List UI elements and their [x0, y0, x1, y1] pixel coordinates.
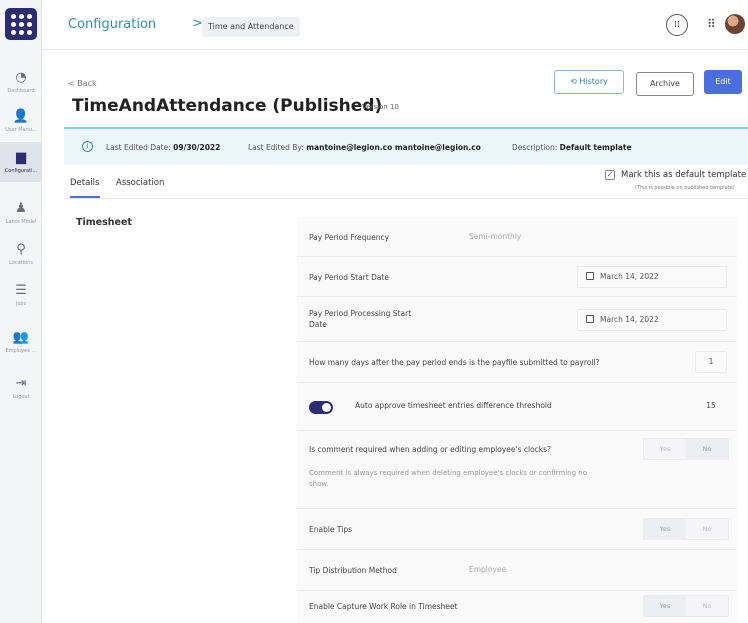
- capture-work-role-no[interactable]: No: [686, 596, 728, 616]
- breadcrumb-root[interactable]: Configuration: [68, 17, 156, 32]
- history-button-label: History: [579, 77, 608, 86]
- grid-menu-icon[interactable]: ⠿: [707, 17, 716, 31]
- pay-period-frequency-value[interactable]: Semi-monthly: [469, 232, 521, 241]
- row-tip-distribution: Tip Distribution Method Employee: [297, 550, 737, 591]
- tab-association[interactable]: Association: [116, 178, 164, 188]
- tabs-divider: [64, 198, 748, 199]
- pay-period-start-date-label: Pay Period Start Date: [309, 273, 390, 282]
- back-link[interactable]: < Back: [68, 79, 97, 88]
- app: ◔ Dashboard 👤 User Manu... ▆ Configurati…: [0, 0, 748, 623]
- enable-tips-label: Enable Tips: [309, 525, 353, 534]
- tip-distribution-label: Tip Distribution Method: [309, 566, 397, 575]
- info-banner: i Last Edited Date: 09/30/2022 Last Edit…: [64, 127, 748, 165]
- auto-approve-label: Auto approve timesheet entries differenc…: [355, 401, 552, 410]
- user-management-icon: 👤: [12, 108, 30, 124]
- row-pay-period-start-date: Pay Period Start Date March 14, 2022: [297, 257, 737, 297]
- pay-period-frequency-label: Pay Period Frequency: [309, 233, 390, 242]
- sidebar-item-label: Employee ...: [5, 347, 37, 354]
- capture-work-role-label: Enable Capture Work Role in Timesheet: [309, 602, 458, 611]
- sidebar-item-label: Jobs: [15, 300, 27, 307]
- payfile-days-label: How many days after the pay period ends …: [309, 358, 600, 367]
- sidebar: ◔ Dashboard 👤 User Manu... ▆ Configurati…: [0, 0, 42, 623]
- comment-required-yes[interactable]: Yes: [644, 439, 686, 459]
- edit-button[interactable]: Edit: [704, 70, 742, 94]
- employees-icon: 👥: [12, 329, 30, 345]
- jobs-icon: ☰: [15, 282, 27, 298]
- labor-model-icon: ♟: [15, 200, 27, 216]
- sidebar-item-configuration[interactable]: ▆ Configurati...: [0, 142, 42, 182]
- last-edited-by: Last Edited By: mantoine@legion.co manto…: [248, 143, 481, 152]
- sidebar-item-label: User Manu...: [5, 126, 37, 133]
- description: Description: Default template: [512, 143, 632, 152]
- payfile-days-input[interactable]: 1: [695, 351, 727, 373]
- pay-period-processing-start-value: March 14, 2022: [600, 315, 659, 324]
- row-pay-period-frequency: Pay Period Frequency Semi-monthly: [297, 217, 737, 257]
- section-title: Timesheet: [76, 217, 132, 228]
- capture-work-role-yes[interactable]: Yes: [644, 596, 686, 616]
- timesheet-settings-panel: Pay Period Frequency Semi-monthly Pay Pe…: [297, 217, 737, 623]
- tab-details[interactable]: Details: [70, 178, 99, 188]
- calendar-icon: [586, 315, 594, 323]
- calendar-icon: [586, 272, 594, 280]
- sidebar-item-user-management[interactable]: 👤 User Manu...: [0, 101, 42, 141]
- logout-icon: ⇥: [15, 375, 27, 391]
- comment-required-toggle[interactable]: Yes No: [643, 438, 729, 460]
- auto-approve-threshold[interactable]: 15: [697, 400, 725, 411]
- sidebar-item-employees[interactable]: 👥 Employee ...: [0, 322, 42, 362]
- top-bar: Configuration > Time and Attendance ⁞⁞ ⠿: [42, 0, 748, 50]
- sidebar-item-label: Logout: [12, 393, 30, 400]
- version-label: Version 10: [362, 103, 399, 111]
- row-pay-period-processing-start: Pay Period Processing Start Date March 1…: [297, 297, 737, 342]
- sidebar-item-label: Dashboard: [7, 87, 35, 94]
- default-template-label: Mark this as default template: [621, 170, 747, 180]
- page-title: TimeAndAttendance (Published): [72, 96, 383, 116]
- tip-distribution-value[interactable]: Employee: [469, 565, 506, 574]
- configuration-icon: ▆: [16, 149, 26, 165]
- sidebar-item-label: Labor Model: [5, 218, 37, 225]
- comment-required-no[interactable]: No: [686, 439, 728, 459]
- auto-approve-toggle[interactable]: [309, 401, 333, 414]
- pay-period-start-date-field[interactable]: March 14, 2022: [577, 266, 727, 288]
- sidebar-item-label: Locations: [9, 259, 33, 266]
- sidebar-item-jobs[interactable]: ☰ Jobs: [0, 275, 42, 315]
- breadcrumb-current: Time and Attendance: [202, 17, 300, 37]
- row-enable-tips: Enable Tips Yes No: [297, 509, 737, 550]
- default-template-checkbox[interactable]: ✓: [605, 170, 615, 180]
- pay-period-start-date-value: March 14, 2022: [600, 272, 659, 281]
- enable-tips-no[interactable]: No: [686, 519, 728, 539]
- sidebar-item-labor-model[interactable]: ♟ Labor Model: [0, 193, 42, 233]
- avatar[interactable]: [725, 14, 745, 34]
- row-capture-work-role: Enable Capture Work Role in Timesheet Ye…: [297, 591, 737, 623]
- dashboard-icon: ◔: [15, 69, 27, 85]
- pay-period-processing-start-label: Pay Period Processing Start Date: [309, 309, 412, 329]
- history-button[interactable]: ⟲ History: [554, 70, 624, 94]
- row-comment-required: Is comment required when adding or editi…: [297, 431, 737, 509]
- default-template-note: (This is possible on published template): [635, 185, 735, 191]
- location-pin-icon: ⚲: [16, 241, 26, 257]
- app-launcher-logo[interactable]: [5, 8, 37, 40]
- comment-required-note: Comment is always required when deleting…: [309, 469, 587, 488]
- apps-circle-button[interactable]: ⁞⁞: [666, 14, 688, 36]
- row-auto-approve: Auto approve timesheet entries differenc…: [297, 383, 737, 431]
- sidebar-item-logout[interactable]: ⇥ Logout: [0, 368, 42, 408]
- row-payfile-days: How many days after the pay period ends …: [297, 342, 737, 383]
- comment-required-label: Is comment required when adding or editi…: [309, 445, 552, 454]
- info-icon: i: [82, 141, 93, 152]
- pay-period-processing-start-field[interactable]: March 14, 2022: [577, 309, 727, 331]
- sidebar-item-label: Configurati...: [4, 167, 38, 174]
- sidebar-item-dashboard[interactable]: ◔ Dashboard: [0, 62, 42, 102]
- enable-tips-toggle[interactable]: Yes No: [643, 518, 729, 540]
- sidebar-item-locations[interactable]: ⚲ Locations: [0, 234, 42, 274]
- archive-button[interactable]: Archive: [636, 72, 694, 96]
- capture-work-role-toggle[interactable]: Yes No: [643, 595, 729, 617]
- enable-tips-yes[interactable]: Yes: [644, 519, 686, 539]
- last-edited-date: Last Edited Date: 09/30/2022: [106, 143, 221, 152]
- history-icon: ⟲: [570, 77, 580, 86]
